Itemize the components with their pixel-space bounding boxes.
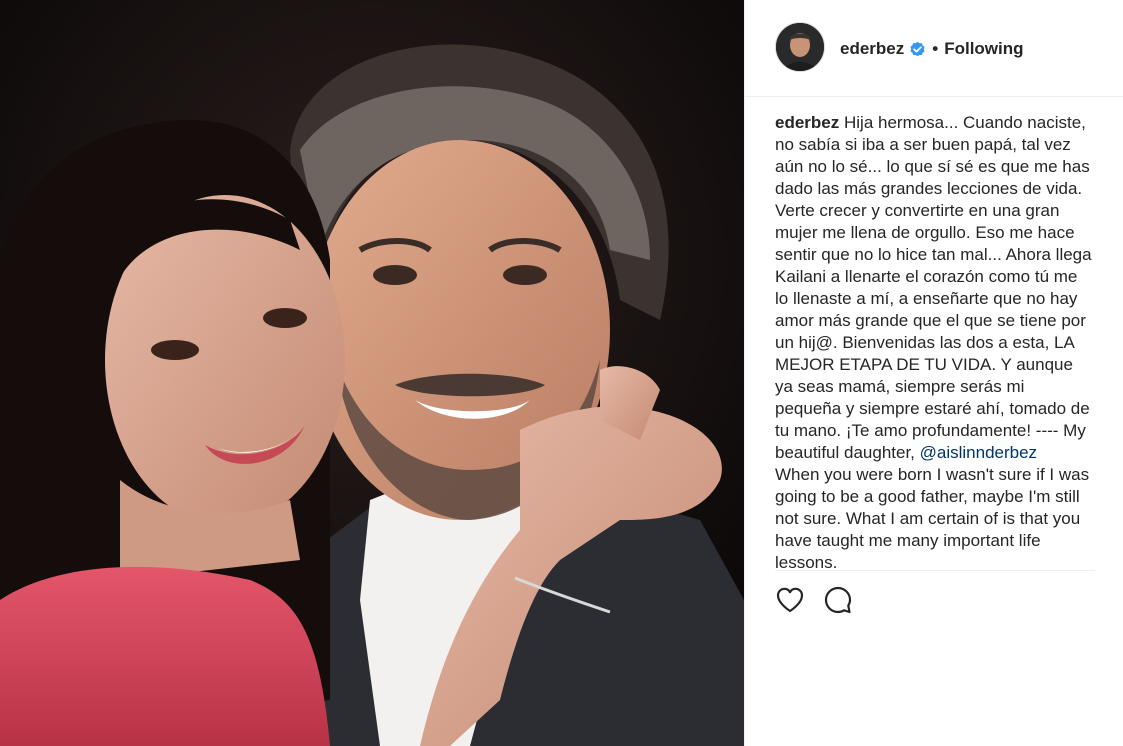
caption-text-english: When you were born I wasn't sure if I wa…: [775, 465, 1090, 572]
caption-username[interactable]: ederbez: [775, 113, 839, 132]
separator-dot: •: [932, 39, 939, 58]
post-header: ederbez • Following: [745, 0, 1123, 97]
divider: [775, 570, 1095, 571]
post-photo[interactable]: [0, 0, 744, 746]
post-actions: [775, 585, 853, 615]
post-caption: ederbez Hija hermosa... Cuando naciste, …: [775, 112, 1095, 574]
comment-bubble-icon[interactable]: [823, 585, 853, 615]
verified-badge-icon: [909, 41, 926, 58]
post-header-line: ederbez • Following: [840, 38, 1024, 60]
heart-icon[interactable]: [775, 585, 805, 615]
post-sidebar: ederbez • Following ederbez Hija hermosa…: [744, 0, 1123, 746]
following-button[interactable]: Following: [944, 39, 1023, 59]
username-link[interactable]: ederbez: [840, 39, 904, 59]
caption-text: Hija hermosa... Cuando naciste, no sabía…: [775, 113, 1092, 462]
photo-illustration: [0, 0, 744, 746]
avatar-image: [776, 23, 824, 71]
caption-mention-link[interactable]: @aislinnderbez: [920, 443, 1037, 462]
avatar[interactable]: [775, 22, 825, 72]
